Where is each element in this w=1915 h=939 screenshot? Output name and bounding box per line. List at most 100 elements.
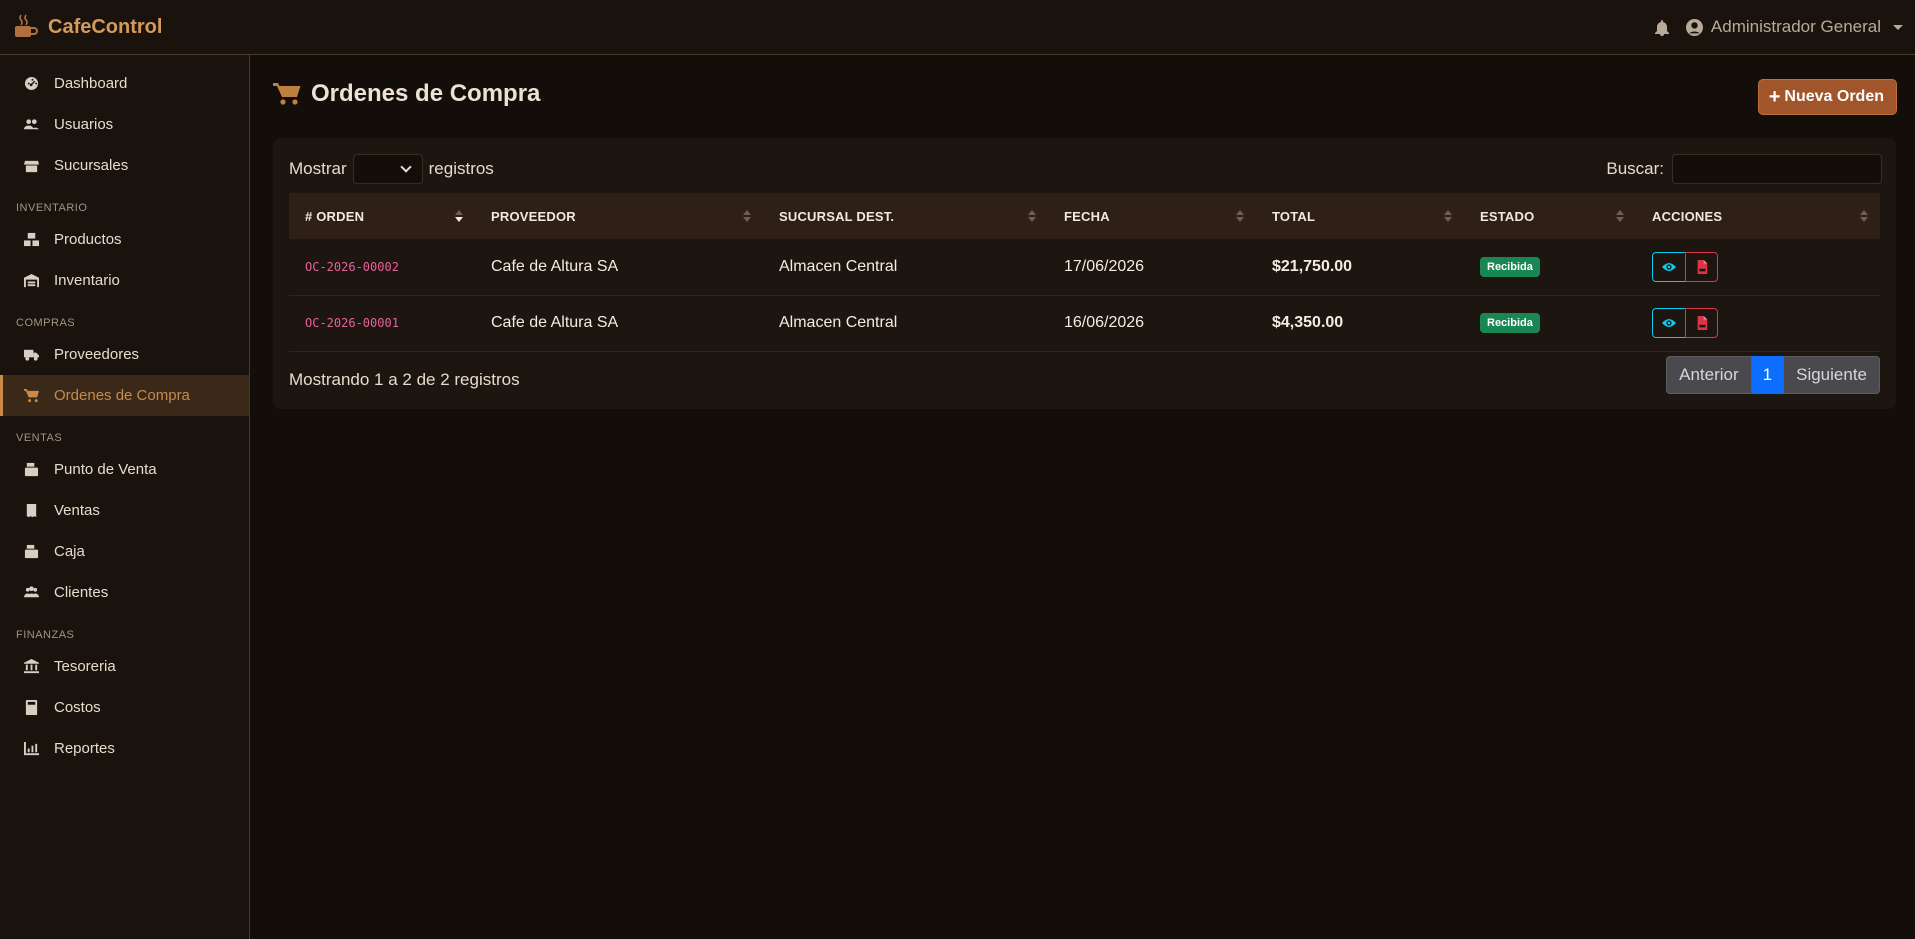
sidebar-item-label: Clientes	[54, 584, 109, 601]
sidebar-section-finanzas: FINANZAS	[16, 629, 75, 641]
order-code: OC-2026-00001	[305, 316, 399, 330]
sidebar-item-label: Tesoreria	[54, 658, 116, 675]
orders-table: # ORDEN PROVEEDOR SUCURSAL DEST. FECHA T…	[289, 193, 1880, 352]
sidebar-item-ordenes-de-compra[interactable]: Ordenes de Compra	[0, 375, 249, 416]
view-button[interactable]	[1652, 308, 1685, 338]
main-content: Ordenes de Compra + Nueva Orden Mostrar …	[251, 56, 1915, 939]
sidebar-item-sucursales[interactable]: Sucursales	[0, 145, 249, 186]
chart-icon	[22, 741, 40, 757]
sidebar-section-inventario: INVENTARIO	[16, 202, 88, 214]
table-info: Mostrando 1 a 2 de 2 registros	[289, 370, 520, 389]
brand[interactable]: CafeControl	[12, 14, 162, 40]
sidebar-item-label: Ventas	[54, 502, 100, 519]
branch-cell: Almacen Central	[779, 314, 898, 331]
user-circle-icon	[1685, 18, 1703, 36]
chevron-down-icon	[399, 161, 412, 173]
sidebar-item-dashboard[interactable]: Dashboard	[0, 63, 249, 104]
branch-cell: Almacen Central	[779, 257, 898, 275]
pdf-button[interactable]	[1685, 308, 1718, 338]
sidebar-item-label: Punto de Venta	[54, 461, 157, 478]
sidebar-item-caja[interactable]: Caja	[0, 531, 249, 572]
column-header-label: PROVEEDOR	[491, 208, 576, 224]
order-code: OC-2026-00002	[305, 259, 399, 274]
sidebar-item-label: Sucursales	[54, 157, 129, 174]
column-header-label: FECHA	[1064, 208, 1110, 224]
sidebar-item-inventario[interactable]: Inventario	[0, 260, 249, 301]
notifications-bell-icon[interactable]	[1654, 19, 1670, 36]
table-row: OC-2026-00002 Cafe de Altura SA Almacen …	[289, 239, 1880, 295]
sidebar-section-ventas: VENTAS	[16, 432, 63, 444]
status-badge: Recibida	[1480, 256, 1540, 277]
table-header-row: # ORDEN PROVEEDOR SUCURSAL DEST. FECHA T…	[289, 193, 1880, 239]
plus-icon: +	[1768, 86, 1781, 108]
sidebar-section-compras: COMPRAS	[16, 317, 76, 329]
sort-icon	[1616, 210, 1624, 222]
shopping-cart-icon	[22, 388, 40, 404]
orders-card: Mostrar registros Buscar: # ORDEN PROVEE…	[273, 138, 1896, 409]
dashboard-icon	[22, 76, 40, 92]
sidebar-item-productos[interactable]: Productos	[0, 219, 249, 260]
eye-icon	[1662, 319, 1676, 327]
column-header-label: TOTAL	[1272, 208, 1316, 224]
user-name: Administrador General	[1710, 17, 1881, 36]
sidebar-item-reportes[interactable]: Reportes	[0, 728, 249, 769]
file-pdf-icon	[1697, 259, 1707, 274]
status-cell: Recibida	[1464, 295, 1636, 351]
store-icon	[22, 158, 40, 174]
column-header-label: SUCURSAL DEST.	[779, 208, 895, 224]
table-row: OC-2026-00001 Cafe de Altura SA Almacen …	[289, 295, 1880, 351]
show-label: Mostrar	[289, 159, 347, 178]
sidebar-item-costos[interactable]: Costos	[0, 687, 249, 728]
page-title-text: Ordenes de Compra	[311, 80, 541, 107]
bank-icon	[22, 659, 40, 675]
status-badge: Recibida	[1480, 313, 1540, 333]
user-menu[interactable]: Administrador General	[1685, 17, 1903, 37]
users-icon	[22, 117, 40, 133]
column-header-sucursal[interactable]: SUCURSAL DEST.	[763, 193, 1048, 239]
clients-icon	[22, 585, 40, 601]
search-control: Buscar:	[1606, 154, 1882, 184]
sort-icon	[743, 210, 751, 222]
new-order-button[interactable]: + Nueva Orden	[1757, 79, 1897, 115]
sidebar-item-punto-de-venta[interactable]: Punto de Venta	[0, 449, 249, 490]
sidebar-item-proveedores[interactable]: Proveedores	[0, 334, 249, 375]
sidebar-item-usuarios[interactable]: Usuarios	[0, 104, 249, 145]
calculator-icon	[22, 700, 40, 716]
pagination: Anterior 1 Siguiente	[1666, 356, 1880, 394]
column-header-estado[interactable]: ESTADO	[1464, 193, 1636, 239]
search-label: Buscar:	[1606, 159, 1664, 178]
column-header-total[interactable]: TOTAL	[1256, 193, 1464, 239]
page-length-control: Mostrar registros	[289, 154, 494, 184]
sort-icon	[1444, 210, 1452, 222]
sidebar-item-tesoreria[interactable]: Tesoreria	[0, 646, 249, 687]
sidebar-item-ventas[interactable]: Ventas	[0, 490, 249, 531]
sidebar-item-label: Inventario	[54, 272, 120, 289]
cash-register-icon	[22, 462, 40, 478]
provider-cell: Cafe de Altura SA	[491, 257, 619, 275]
receipt-icon	[22, 503, 40, 519]
column-header-acciones[interactable]: ACCIONES	[1636, 193, 1880, 239]
column-header-fecha[interactable]: FECHA	[1048, 193, 1256, 239]
cash-box-icon	[22, 544, 40, 560]
warehouse-icon	[22, 273, 40, 289]
prev-page-button[interactable]: Anterior	[1666, 356, 1752, 394]
search-input[interactable]	[1672, 154, 1882, 184]
sidebar-item-label: Ordenes de Compra	[54, 387, 190, 404]
coffee-mug-icon	[15, 14, 38, 37]
pdf-button[interactable]	[1685, 251, 1718, 282]
next-page-button[interactable]: Siguiente	[1783, 356, 1880, 394]
top-navbar: CafeControl Administrador General	[0, 0, 1915, 55]
page-1-button[interactable]: 1	[1751, 356, 1784, 394]
sidebar-item-label: Dashboard	[54, 75, 128, 92]
view-button[interactable]	[1652, 251, 1685, 282]
sidebar-item-clientes[interactable]: Clientes	[0, 572, 249, 613]
shopping-cart-icon	[273, 83, 301, 105]
column-header-proveedor[interactable]: PROVEEDOR	[475, 193, 763, 239]
sidebar-item-label: Costos	[54, 699, 101, 716]
page-length-select[interactable]	[352, 154, 423, 184]
actions-cell	[1636, 295, 1880, 351]
date-cell: 16/06/2026	[1064, 314, 1145, 331]
caret-down-icon	[1893, 24, 1903, 30]
column-header-orden[interactable]: # ORDEN	[289, 193, 475, 239]
boxes-icon	[22, 232, 40, 248]
